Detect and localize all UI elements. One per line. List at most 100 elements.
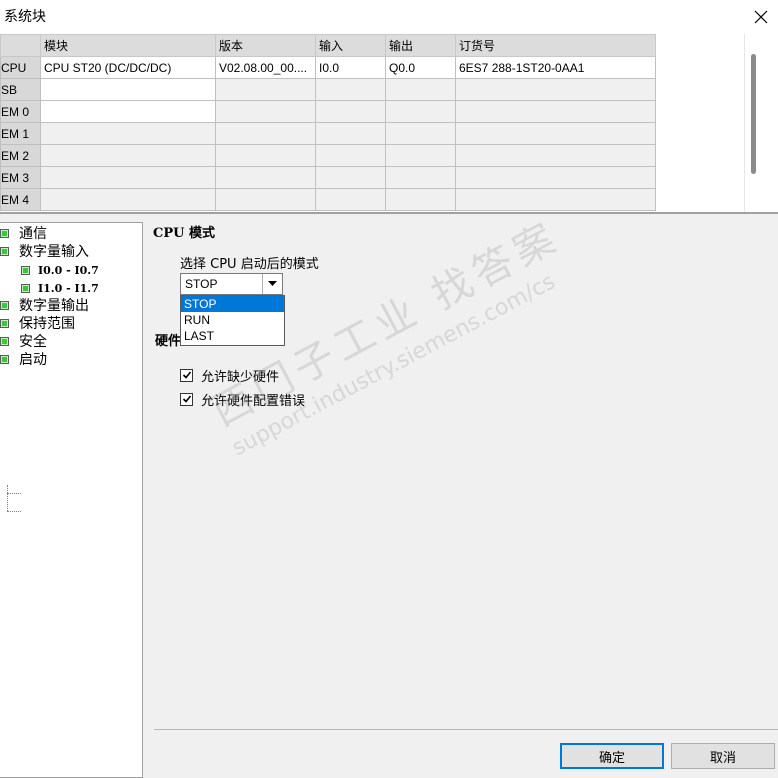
window-title: 系统块	[4, 9, 46, 25]
table-row[interactable]: EM 4	[0, 188, 656, 211]
order-cell	[455, 188, 656, 211]
module-cell[interactable]	[40, 100, 216, 123]
order-cell	[455, 100, 656, 123]
tree-node-icon	[21, 265, 30, 275]
startup-panel: CPU 模式 选择 CPU 启动后的模式 STOP STOP RUN LAST …	[143, 214, 778, 778]
column-header-order[interactable]: 订货号	[455, 34, 656, 57]
order-cell	[455, 122, 656, 145]
column-header-version[interactable]: 版本	[215, 34, 316, 57]
checkbox-label: 允许缺少硬件	[201, 369, 280, 385]
row-label: CPU	[0, 56, 41, 79]
table-row[interactable]: EM 0	[0, 100, 656, 123]
version-cell	[215, 188, 316, 211]
module-cell[interactable]	[40, 166, 216, 189]
input-cell	[315, 144, 386, 167]
allow-hw-config-error-row[interactable]: 允许硬件配置错误	[180, 390, 306, 409]
cancel-button[interactable]: 取消	[671, 743, 775, 769]
allow-hw-config-error-checkbox[interactable]	[180, 392, 193, 406]
cpu-mode-section-title: CPU 模式	[153, 226, 215, 241]
option-stop[interactable]: STOP	[181, 296, 284, 312]
column-header	[0, 34, 41, 57]
table-row[interactable]: EM 3	[0, 166, 656, 189]
dropdown-button[interactable]	[262, 274, 282, 294]
version-cell	[215, 78, 316, 101]
allow-missing-hw-row[interactable]: 允许缺少硬件	[180, 366, 280, 385]
row-label: EM 3	[0, 166, 41, 189]
divider	[154, 729, 778, 730]
row-label: EM 1	[0, 122, 41, 145]
module-cell[interactable]	[40, 78, 216, 101]
tree-item-label: I1.0 - I1.7	[38, 281, 99, 295]
dropdown-list: STOP RUN LAST	[180, 295, 285, 346]
option-last[interactable]: LAST	[181, 328, 284, 344]
checkmark-icon	[182, 395, 191, 403]
table-row[interactable]: SB	[0, 78, 656, 101]
module-cell[interactable]	[40, 144, 216, 167]
startup-mode-select[interactable]: STOP	[180, 273, 283, 295]
scrollbar-thumb[interactable]	[751, 54, 756, 174]
tree-node-icon	[0, 354, 9, 364]
output-cell	[385, 122, 456, 145]
input-cell[interactable]: I0.0	[315, 56, 386, 79]
tree-node-icon	[0, 228, 9, 238]
tree-item-i0[interactable]: I0.0 - I0.7	[21, 261, 99, 279]
row-label: EM 2	[0, 144, 41, 167]
table-row[interactable]: EM 1	[0, 122, 656, 145]
version-cell	[215, 100, 316, 123]
module-cell[interactable]	[40, 188, 216, 211]
column-header-input[interactable]: 输入	[315, 34, 386, 57]
close-icon	[754, 10, 768, 24]
output-cell[interactable]: Q0.0	[385, 56, 456, 79]
order-cell	[455, 166, 656, 189]
version-cell	[215, 144, 316, 167]
hardware-section-title: 硬件	[155, 334, 182, 349]
version-cell: V02.08.00_00....	[215, 56, 316, 79]
tree-item-startup[interactable]: 启动	[0, 350, 47, 368]
tree-node-icon	[0, 336, 9, 346]
table-row[interactable]: CPU CPU ST20 (DC/DC/DC) V02.08.00_00....…	[0, 56, 656, 79]
row-label: EM 4	[0, 188, 41, 211]
option-run[interactable]: RUN	[181, 312, 284, 328]
tree-item-retentive[interactable]: 保持范围	[0, 314, 75, 332]
tree-item-label: 数字量输入	[19, 244, 89, 260]
vertical-scrollbar[interactable]	[744, 34, 761, 212]
version-cell	[215, 122, 316, 145]
checkbox-label: 允许硬件配置错误	[201, 393, 306, 409]
output-cell	[385, 78, 456, 101]
order-cell: 6ES7 288-1ST20-0AA1	[455, 56, 656, 79]
tree-item-label: 通信	[19, 226, 47, 242]
row-label: EM 0	[0, 100, 41, 123]
tree-connector	[7, 511, 21, 512]
tree-item-digital-output[interactable]: 数字量输出	[0, 296, 89, 314]
input-cell	[315, 166, 386, 189]
tree-connector	[7, 485, 8, 511]
input-cell	[315, 188, 386, 211]
ok-button[interactable]: 确定	[560, 743, 664, 769]
column-header-module[interactable]: 模块	[40, 34, 216, 57]
output-cell	[385, 100, 456, 123]
close-button[interactable]	[744, 0, 778, 34]
tree-item-security[interactable]: 安全	[0, 332, 47, 350]
tree-item-communication[interactable]: 通信	[0, 224, 47, 242]
chevron-down-icon	[268, 281, 277, 286]
tree-item-label: 启动	[19, 352, 47, 368]
startup-mode-label: 选择 CPU 启动后的模式	[180, 257, 319, 272]
tree-connector	[7, 493, 21, 494]
hardware-grid: 模块 版本 输入 输出 订货号 CPU CPU ST20 (DC/DC/DC) …	[0, 34, 778, 214]
column-header-output[interactable]: 输出	[385, 34, 456, 57]
output-cell	[385, 144, 456, 167]
module-cell[interactable]	[40, 122, 216, 145]
order-cell	[455, 78, 656, 101]
tree-node-icon	[0, 246, 9, 256]
allow-missing-hw-checkbox[interactable]	[180, 368, 193, 382]
tree-item-digital-input[interactable]: 数字量输入	[0, 242, 89, 260]
table-header-row: 模块 版本 输入 输出 订货号	[0, 34, 656, 57]
module-cell[interactable]: CPU ST20 (DC/DC/DC)	[40, 56, 216, 79]
output-cell	[385, 188, 456, 211]
tree-item-label: 安全	[19, 334, 47, 350]
row-label: SB	[0, 78, 41, 101]
input-cell	[315, 100, 386, 123]
tree-node-icon	[0, 300, 9, 310]
table-row[interactable]: EM 2	[0, 144, 656, 167]
input-cell	[315, 78, 386, 101]
